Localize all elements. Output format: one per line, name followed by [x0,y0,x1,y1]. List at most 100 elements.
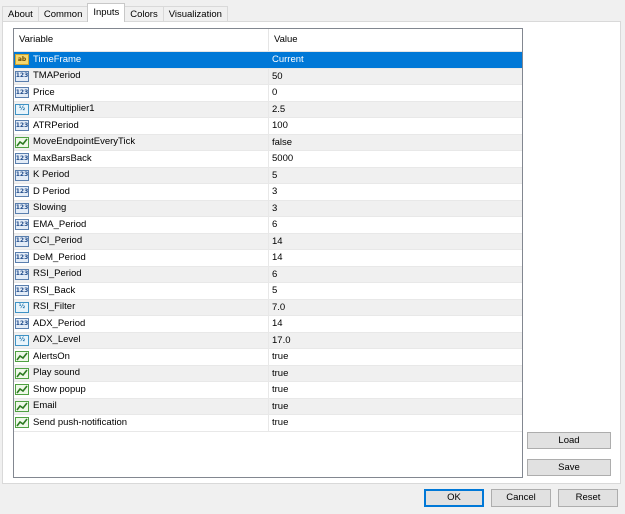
tab-about[interactable]: About [2,6,39,22]
value-cell[interactable]: true [269,399,288,415]
variable-cell[interactable]: 123 DeM_Period [14,250,269,266]
value-cell[interactable]: 17.0 [269,333,291,349]
variable-cell[interactable]: 123 ATRPeriod [14,118,269,134]
grid-header: Variable Value [14,29,522,52]
table-row[interactable]: ½ RSI_Filter 7.0 [14,299,522,316]
value-cell[interactable]: true [269,382,288,398]
table-row[interactable]: AlertsOn true [14,349,522,366]
table-row[interactable]: 123 DeM_Period 14 [14,250,522,267]
table-row[interactable]: Play sound true [14,365,522,382]
reset-button[interactable]: Reset [558,489,618,507]
table-row[interactable]: 123 EMA_Period 6 [14,217,522,234]
table-row[interactable]: 123 ATRPeriod 100 [14,118,522,135]
table-row[interactable]: 123 MaxBarsBack 5000 [14,151,522,168]
variable-cell[interactable]: 123 Slowing [14,200,269,216]
variable-cell[interactable]: 123 CCI_Period [14,233,269,249]
table-row[interactable]: Show popup true [14,382,522,399]
table-row[interactable]: Send push-notification true [14,415,522,432]
variable-cell[interactable]: Play sound [14,365,269,381]
variable-name: TMAPeriod [33,70,81,82]
table-row[interactable]: Email true [14,398,522,415]
grid-body: ab TimeFrame Current 123 TMAPeriod 50 123 Price… [14,52,522,432]
variable-cell[interactable]: 123 RSI_Back [14,283,269,299]
variable-cell[interactable]: 123 D Period [14,184,269,200]
variable-cell[interactable]: 123 MaxBarsBack [14,151,269,167]
integer-type-icon: 123 [15,169,29,181]
value-cell[interactable]: false [269,135,292,151]
variable-cell[interactable]: 123 TMAPeriod [14,68,269,84]
table-row[interactable]: 123 Price 0 [14,85,522,102]
variable-cell[interactable]: MoveEndpointEveryTick [14,134,269,150]
variable-cell[interactable]: ½ ATRMultiplier1 [14,101,269,117]
value-cell[interactable]: 5 [269,168,277,184]
save-button[interactable]: Save [527,459,611,476]
table-row[interactable]: 123 RSI_Period 6 [14,266,522,283]
variable-name: RSI_Filter [33,301,76,313]
value-cell[interactable]: 0 [269,85,277,101]
value-cell[interactable]: 14 [269,234,283,250]
variable-cell[interactable]: Send push-notification [14,415,269,431]
variable-name: Email [33,400,57,412]
variable-name: MaxBarsBack [33,152,92,164]
tab-visualization[interactable]: Visualization [162,6,228,22]
value-cell[interactable]: 6 [269,267,277,283]
value-cell[interactable]: 3 [269,201,277,217]
tab-inputs[interactable]: Inputs [87,3,126,22]
column-header-value[interactable]: Value [269,29,298,51]
variable-cell[interactable]: ½ RSI_Filter [14,299,269,315]
value-cell[interactable]: true [269,349,288,365]
column-header-variable[interactable]: Variable [14,29,269,51]
table-row[interactable]: 123 D Period 3 [14,184,522,201]
variable-cell[interactable]: ab TimeFrame [14,52,269,68]
ok-button[interactable]: OK [424,489,484,507]
value-cell[interactable]: 14 [269,316,283,332]
variable-cell[interactable]: 123 Price [14,85,269,101]
table-row[interactable]: 123 K Period 5 [14,167,522,184]
value-cell[interactable]: 100 [269,118,288,134]
variable-name: Price [33,86,55,98]
double-type-icon: ½ [15,334,29,346]
value-cell[interactable]: true [269,415,288,431]
boolean-type-icon [15,136,29,148]
value-cell[interactable]: 50 [269,69,283,85]
cancel-button[interactable]: Cancel [491,489,551,507]
variable-cell[interactable]: 123 K Period [14,167,269,183]
value-cell[interactable]: 3 [269,184,277,200]
integer-type-icon: 123 [15,202,29,214]
table-row[interactable]: ab TimeFrame Current [14,52,522,69]
variable-name: MoveEndpointEveryTick [33,136,136,148]
tab-colors[interactable]: Colors [124,6,164,22]
value-cell[interactable]: 5000 [269,151,293,167]
table-row[interactable]: 123 CCI_Period 14 [14,233,522,250]
table-row[interactable]: 123 TMAPeriod 50 [14,68,522,85]
variable-cell[interactable]: Email [14,398,269,414]
string-type-icon: ab [15,54,29,66]
variable-cell[interactable]: 123 ADX_Period [14,316,269,332]
value-cell[interactable]: true [269,366,288,382]
table-row[interactable]: MoveEndpointEveryTick false [14,134,522,151]
variable-cell[interactable]: 123 RSI_Period [14,266,269,282]
table-row[interactable]: 123 Slowing 3 [14,200,522,217]
value-cell[interactable]: 14 [269,250,283,266]
value-cell[interactable]: Current [269,52,304,68]
variable-name: RSI_Period [33,268,82,280]
table-row[interactable]: 123 RSI_Back 5 [14,283,522,300]
variable-name: ADX_Period [33,317,86,329]
double-type-icon: ½ [15,103,29,115]
value-cell[interactable]: 5 [269,283,277,299]
table-row[interactable]: 123 ADX_Period 14 [14,316,522,333]
variable-cell[interactable]: Show popup [14,382,269,398]
tab-common[interactable]: Common [37,6,89,22]
variable-cell[interactable]: ½ ADX_Level [14,332,269,348]
variable-name: AlertsOn [33,350,70,362]
load-button[interactable]: Load [527,432,611,449]
variable-cell[interactable]: AlertsOn [14,349,269,365]
table-row[interactable]: ½ ADX_Level 17.0 [14,332,522,349]
value-cell[interactable]: 7.0 [269,300,285,316]
value-cell[interactable]: 6 [269,217,277,233]
value-cell[interactable]: 2.5 [269,102,285,118]
table-row[interactable]: ½ ATRMultiplier1 2.5 [14,101,522,118]
variable-cell[interactable]: 123 EMA_Period [14,217,269,233]
boolean-type-icon [15,384,29,396]
boolean-type-icon [15,351,29,363]
